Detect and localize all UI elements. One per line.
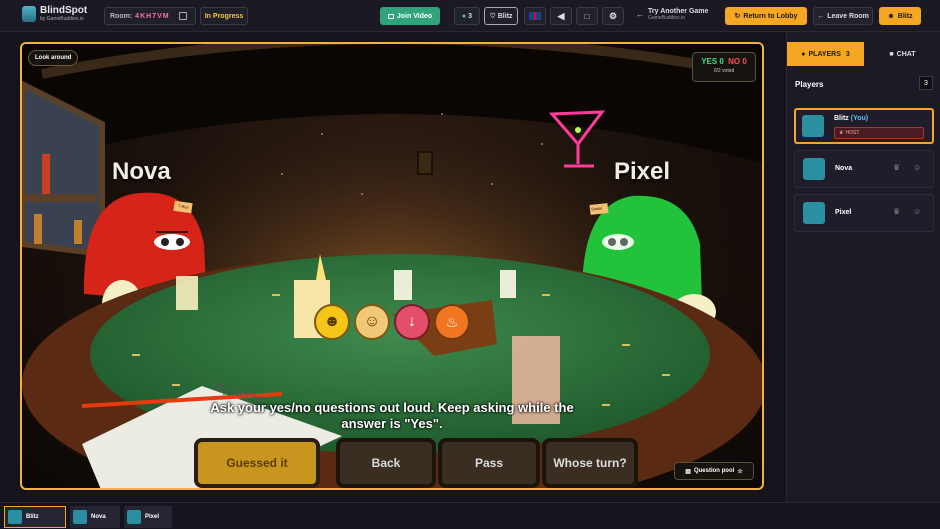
room-code-box: Room: 4KH7VM — [104, 7, 196, 25]
character-name-pixel: Pixel — [614, 158, 671, 185]
reaction-bar: ☻ ☺ ↓ ♨ — [314, 304, 470, 340]
player-name: Nova — [835, 165, 853, 172]
status-badge: In Progress — [200, 7, 248, 25]
avatar — [802, 115, 824, 137]
try-another-link[interactable]: ← Try Another Game GameBuddies.io — [636, 8, 708, 21]
user-button-label: Blitz — [897, 12, 913, 20]
player-card-nova[interactable]: Nova ♛ ☺ — [794, 150, 934, 188]
player-card-pixel[interactable]: Pixel ♛ ☺ — [794, 194, 934, 232]
app-logo[interactable]: BlindSpot by GameBuddies.io — [22, 6, 87, 22]
players-count-badge: 3 — [919, 76, 933, 90]
crown-icon[interactable]: ♛ — [893, 207, 900, 216]
video-icon — [387, 13, 394, 19]
room-label: Room: — [110, 12, 133, 20]
star-icon: ☆ — [737, 468, 743, 475]
you-tag: (You) — [850, 115, 869, 122]
heart-icon: ♡ — [489, 13, 496, 20]
player-name-button[interactable]: ♡ Blitz — [484, 7, 518, 25]
laugh-emoji-button[interactable]: ☻ — [314, 304, 350, 340]
back-button[interactable]: Back — [336, 438, 436, 488]
fire-emoji-button[interactable]: ♨ — [434, 304, 470, 340]
tab-players[interactable]: ● PLAYERS 3 — [787, 42, 864, 66]
player-count: 3 — [468, 12, 473, 20]
instruction-text: Ask your yes/no questions out loud. Keep… — [210, 400, 574, 431]
sidebar: ● PLAYERS 3 ■ CHAT Players 3 Blitz (You)… — [786, 32, 940, 502]
question-pool-label: Question pool — [693, 468, 735, 474]
players-heading: Players — [795, 80, 824, 89]
host-label: HOST — [845, 130, 860, 136]
chat-bubble-icon: □ — [584, 11, 590, 21]
player-name: Blitz — [497, 12, 513, 20]
tab-chat[interactable]: ■ CHAT — [864, 42, 940, 66]
app-sub: by GameBuddies.io — [40, 16, 84, 22]
logo-icon — [22, 6, 36, 22]
thumb-name: Blitz — [26, 514, 39, 520]
smile-emoji-button[interactable]: ☺ — [354, 304, 390, 340]
player-name: Pixel — [835, 209, 852, 216]
settings-button[interactable]: ⚙ — [602, 7, 624, 25]
document-icon: ▤ — [685, 468, 691, 475]
video-thumb[interactable]: Pixel — [124, 506, 172, 528]
guessed-it-button[interactable]: Guessed it — [194, 438, 320, 488]
thumb-name: Nova — [91, 514, 106, 520]
whose-turn-button[interactable]: Whose turn? — [542, 438, 638, 488]
look-around-button[interactable]: Look around — [28, 50, 79, 66]
avatar — [803, 202, 825, 224]
kick-user-icon[interactable]: ☺ — [913, 163, 921, 172]
no-count: NO 0 — [728, 57, 747, 66]
tab-players-count: 3 — [845, 50, 850, 58]
chat-icon: ■ — [889, 50, 894, 58]
exit-arrow-icon: ← — [817, 12, 825, 20]
player-count-button[interactable]: ● 3 — [454, 7, 480, 25]
join-video-label: Join Video — [396, 12, 433, 20]
return-lobby-label: Return to Lobby — [743, 12, 798, 20]
yes-count: YES 0 — [701, 57, 724, 66]
try-another-sub: GameBuddies.io — [648, 15, 685, 21]
crown-icon[interactable]: ♛ — [893, 163, 900, 172]
refresh-icon: ↻ — [734, 13, 741, 20]
video-strip: Blitz Nova Pixel — [0, 502, 940, 529]
player-name: Blitz — [834, 115, 849, 122]
video-thumb[interactable]: Nova — [70, 506, 120, 528]
pass-button[interactable]: Pass — [438, 438, 540, 488]
user-icon: ☻ — [887, 12, 895, 20]
avatar — [8, 510, 22, 524]
kick-user-icon[interactable]: ☺ — [913, 207, 921, 216]
game-scene[interactable]: ☻ ☺ ↓ ♨ Nova Pixel T-Rex Snake My notes … — [20, 42, 764, 490]
character-name-nova: Nova — [112, 158, 171, 185]
tab-players-label: PLAYERS — [808, 50, 841, 58]
flag-uk-icon — [529, 12, 541, 20]
top-bar: BlindSpot by GameBuddies.io Room: 4KH7VM… — [0, 0, 940, 32]
avatar — [803, 158, 825, 180]
users-icon: ● — [801, 50, 806, 58]
voted-count: 0/2 voted — [713, 68, 735, 74]
arrow-left-icon: ← — [636, 10, 644, 19]
video-thumb[interactable]: Blitz — [4, 506, 66, 528]
avatar — [73, 510, 87, 524]
user-button[interactable]: ☻ Blitz — [879, 7, 921, 25]
leave-room-button[interactable]: ← Leave Room — [813, 7, 873, 25]
question-pool-button[interactable]: ▤ Question pool ☆ — [674, 462, 754, 480]
copy-icon[interactable] — [178, 12, 187, 20]
language-button[interactable] — [524, 7, 546, 25]
tab-chat-label: CHAT — [896, 50, 916, 58]
gear-icon: ⚙ — [608, 10, 618, 21]
return-lobby-button[interactable]: ↻ Return to Lobby — [725, 7, 807, 25]
player-card-blitz[interactable]: Blitz (You) ♛ HOST — [794, 108, 934, 144]
leave-room-label: Leave Room — [827, 12, 869, 20]
users-icon: ● — [461, 12, 467, 20]
host-badge: ♛ HOST — [834, 127, 924, 139]
speaker-icon: ◀ — [557, 10, 565, 21]
room-code: 4KH7VM — [135, 12, 170, 20]
thumbs-down-arrow-button[interactable]: ↓ — [394, 304, 430, 340]
chat-button[interactable]: □ — [576, 7, 598, 25]
try-another-label: Try Another Game — [648, 8, 709, 15]
app-name: BlindSpot — [40, 5, 88, 16]
thumb-name: Pixel — [145, 514, 160, 520]
vote-box: YES 0 NO 0 0/2 voted — [692, 52, 756, 82]
join-video-button[interactable]: Join Video — [380, 7, 440, 25]
sound-button[interactable]: ◀ — [550, 7, 572, 25]
avatar — [127, 510, 141, 524]
crown-icon: ♛ — [839, 130, 844, 136]
